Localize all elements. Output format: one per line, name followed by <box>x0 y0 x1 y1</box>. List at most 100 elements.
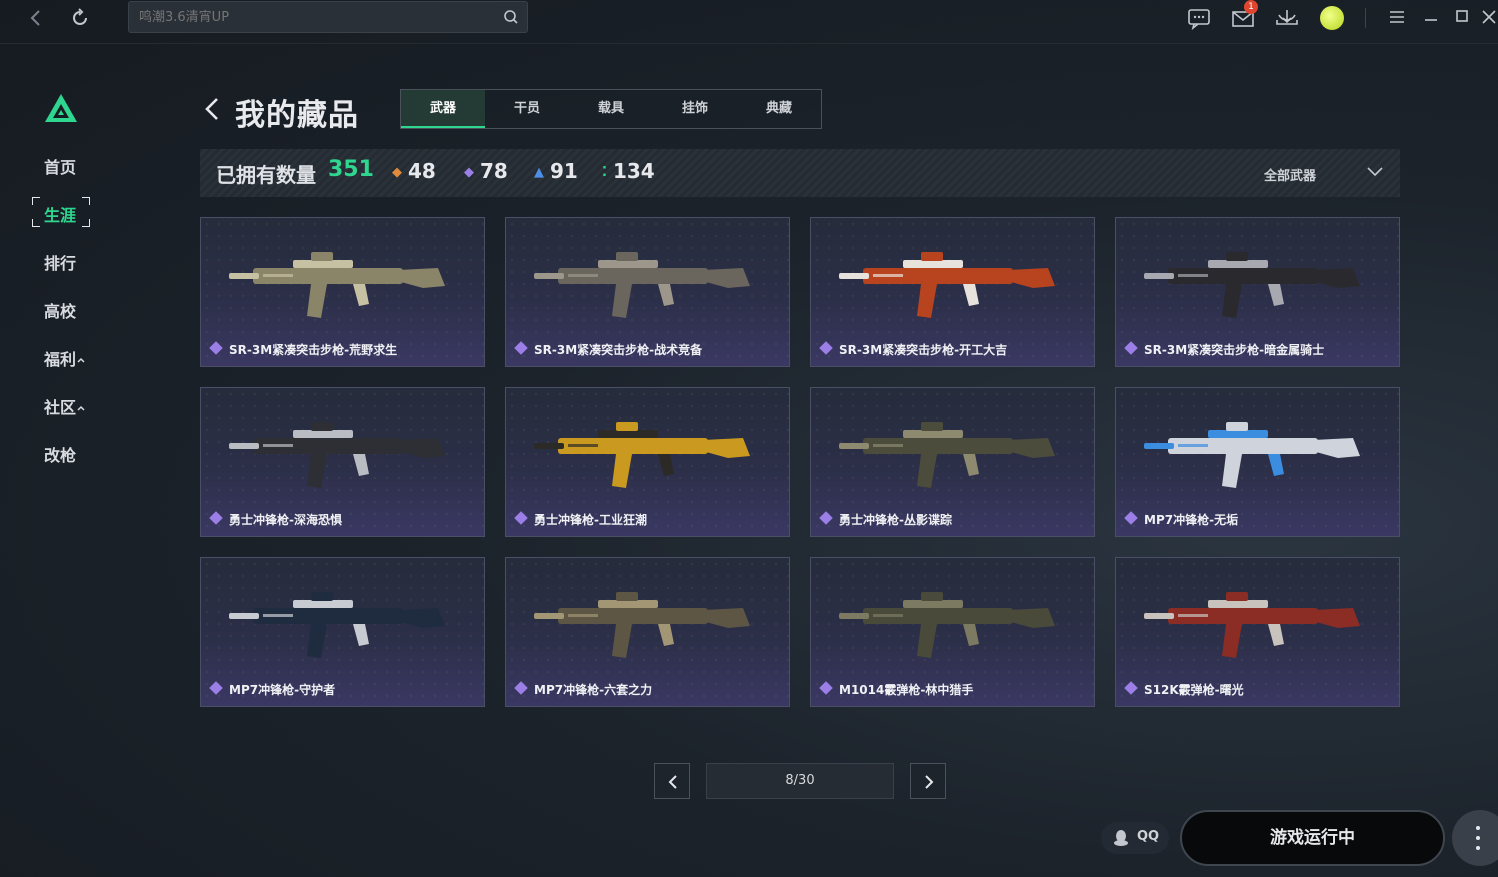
refresh-button[interactable] <box>68 6 92 30</box>
more-options-button[interactable] <box>1452 810 1498 866</box>
rarity-diamond-icon <box>209 511 223 525</box>
item-card[interactable]: M1014霰弹枪-林中猎手 <box>810 557 1095 707</box>
rarity-diamond-icon <box>209 341 223 355</box>
rarity-diamond-icon <box>819 511 833 525</box>
menu-button[interactable] <box>1386 6 1408 28</box>
chevron-right-icon <box>925 775 934 789</box>
avatar[interactable] <box>1320 6 1344 30</box>
logo-icon[interactable] <box>43 92 79 124</box>
diamond-orange-icon: ◆ <box>392 165 402 180</box>
chevron-left-icon <box>668 775 677 789</box>
topbar-divider <box>0 43 1498 44</box>
owned-count: 351 <box>328 157 374 182</box>
title-bar: 1 <box>0 0 1498 40</box>
item-name: SR-3M紧凑突击步枪-暗金属骑士 <box>1144 343 1325 357</box>
mail-badge: 1 <box>1244 0 1258 14</box>
close-icon <box>1482 10 1496 24</box>
tab-operators[interactable]: 干员 <box>485 90 569 128</box>
qq-icon <box>1114 830 1128 846</box>
triangle-blue-icon: ▲ <box>534 165 544 180</box>
rarity-count-purple: ◆ 78 <box>464 159 508 183</box>
download-icon[interactable] <box>1274 6 1300 30</box>
item-name: 勇士冲锋枪-工业狂潮 <box>534 513 647 527</box>
sidebar-item-gunsmith[interactable]: 改枪 <box>44 442 76 466</box>
minimize-icon <box>1425 19 1437 21</box>
item-card[interactable]: SR-3M紧凑突击步枪-暗金属骑士 <box>1115 217 1400 367</box>
sidebar-item-career[interactable]: 生涯 <box>44 202 76 226</box>
item-card[interactable]: SR-3M紧凑突击步枪-荒野求生 <box>200 217 485 367</box>
rarity-diamond-icon <box>209 681 223 695</box>
next-page-button[interactable] <box>910 763 946 799</box>
item-name: SR-3M紧凑突击步枪-战术竞备 <box>534 343 703 357</box>
item-name: 勇士冲锋枪-丛影谍踪 <box>839 513 952 527</box>
chat-icon[interactable] <box>1186 6 1212 30</box>
weapon-image <box>1144 592 1360 658</box>
search-input[interactable] <box>139 2 489 32</box>
weapon-image <box>534 422 750 488</box>
item-card[interactable]: S12K霰弹枪-曙光 <box>1115 557 1400 707</box>
minimize-button[interactable] <box>1420 6 1442 28</box>
weapon-image <box>229 422 445 488</box>
refresh-icon <box>73 8 87 25</box>
game-running-button[interactable]: 游戏运行中 <box>1180 810 1445 866</box>
item-card[interactable]: SR-3M紧凑突击步枪-战术竞备 <box>505 217 790 367</box>
maximize-button[interactable] <box>1451 6 1473 28</box>
qq-button[interactable]: QQ <box>1101 822 1169 854</box>
chevron-up-icon <box>77 357 85 363</box>
sidebar-item-welfare[interactable]: 福利 <box>44 346 86 370</box>
weapon-image <box>534 592 750 658</box>
sidebar-item-community[interactable]: 社区 <box>44 394 86 418</box>
rarity-diamond-icon <box>514 341 528 355</box>
item-card[interactable]: SR-3M紧凑突击步枪-开工大吉 <box>810 217 1095 367</box>
tab-vehicles[interactable]: 载具 <box>569 90 653 128</box>
tab-collection[interactable]: 典藏 <box>737 90 821 128</box>
owned-label: 已拥有数量 <box>216 163 316 187</box>
divider <box>1365 8 1366 28</box>
weapon-filter-dropdown[interactable]: 全部武器 <box>1264 165 1316 184</box>
item-name: M1014霰弹枪-林中猎手 <box>839 683 974 697</box>
diamond-purple-icon: ◆ <box>464 165 474 180</box>
item-name: MP7冲锋枪-守护者 <box>229 683 336 697</box>
prev-page-button[interactable] <box>654 763 690 799</box>
chevron-down-icon[interactable] <box>1366 164 1384 178</box>
close-button[interactable] <box>1478 6 1498 28</box>
maximize-icon <box>1456 10 1468 22</box>
rarity-diamond-icon <box>819 341 833 355</box>
rarity-diamond-icon <box>1124 511 1138 525</box>
stats-bar: 已拥有数量 351 ◆ 48 ◆ 78 ▲ 91 ⁚ 134 全部武器 <box>200 149 1400 197</box>
tab-charms[interactable]: 挂饰 <box>653 90 737 128</box>
back-icon[interactable] <box>203 96 221 122</box>
item-card[interactable]: MP7冲锋枪-无垢 <box>1115 387 1400 537</box>
dots-green-icon: ⁚ <box>602 165 607 180</box>
back-nav-button[interactable] <box>24 6 48 30</box>
item-card[interactable]: 勇士冲锋枪-丛影谍踪 <box>810 387 1095 537</box>
sidebar-item-college[interactable]: 高校 <box>44 298 76 322</box>
item-card[interactable]: 勇士冲锋枪-深海恐惧 <box>200 387 485 537</box>
item-name: MP7冲锋枪-六套之力 <box>534 683 653 697</box>
rarity-diamond-icon <box>514 511 528 525</box>
page-indicator: 8/30 <box>706 763 894 799</box>
sidebar-item-home[interactable]: 首页 <box>44 154 76 178</box>
category-tabs: 武器 干员 载具 挂饰 典藏 <box>400 89 822 129</box>
tab-weapons[interactable]: 武器 <box>401 90 485 128</box>
qq-label: QQ <box>1137 829 1160 844</box>
sidebar-item-ranking[interactable]: 排行 <box>44 250 76 274</box>
item-card[interactable]: 勇士冲锋枪-工业狂潮 <box>505 387 790 537</box>
rarity-diamond-icon <box>1124 681 1138 695</box>
rarity-diamond-icon <box>514 681 528 695</box>
weapon-image <box>229 592 445 658</box>
item-name: SR-3M紧凑突击步枪-开工大吉 <box>839 343 1008 357</box>
weapon-image <box>1144 252 1360 318</box>
weapon-image <box>229 252 445 318</box>
weapon-image <box>1144 422 1360 488</box>
rarity-count-gold: ◆ 48 <box>392 159 436 183</box>
item-name: S12K霰弹枪-曙光 <box>1144 683 1244 697</box>
search-box[interactable] <box>128 1 528 33</box>
weapon-image <box>839 252 1055 318</box>
sidebar-item-label: 社区 <box>44 398 77 417</box>
search-icon[interactable] <box>503 9 519 25</box>
item-card[interactable]: MP7冲锋枪-守护者 <box>200 557 485 707</box>
item-card[interactable]: MP7冲锋枪-六套之力 <box>505 557 790 707</box>
weapon-image <box>839 592 1055 658</box>
item-name: MP7冲锋枪-无垢 <box>1144 513 1239 527</box>
